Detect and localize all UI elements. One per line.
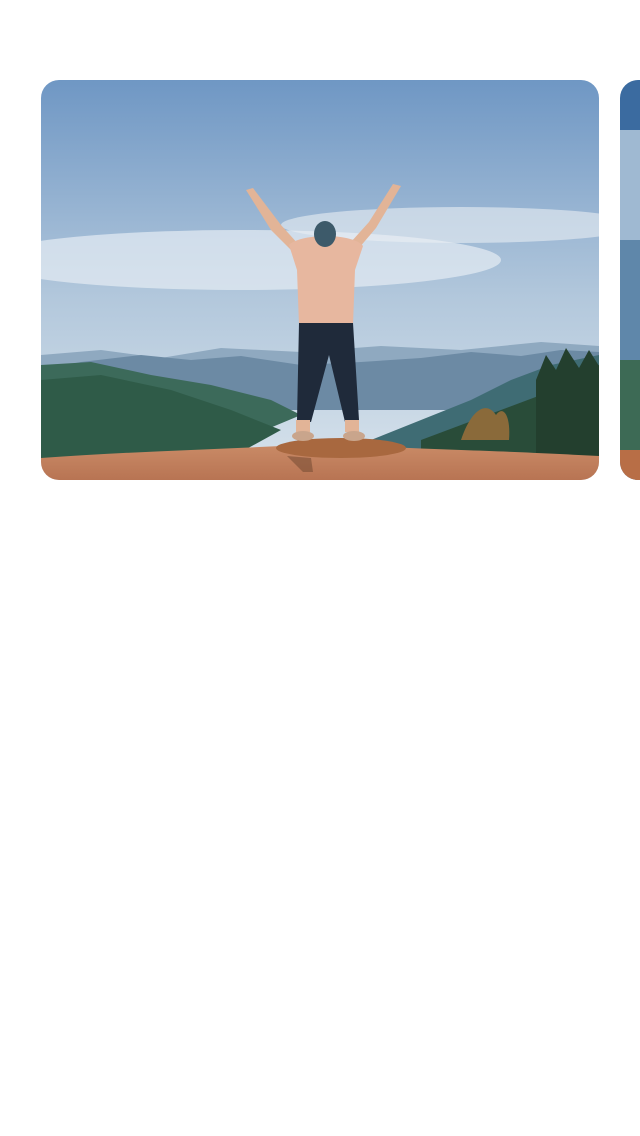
photo-carousel[interactable] bbox=[0, 80, 640, 480]
mountain-photo bbox=[41, 80, 599, 480]
photo-card[interactable] bbox=[41, 80, 599, 480]
next-photo bbox=[620, 80, 640, 480]
screen bbox=[0, 0, 640, 1136]
next-photo-card[interactable] bbox=[620, 80, 640, 480]
